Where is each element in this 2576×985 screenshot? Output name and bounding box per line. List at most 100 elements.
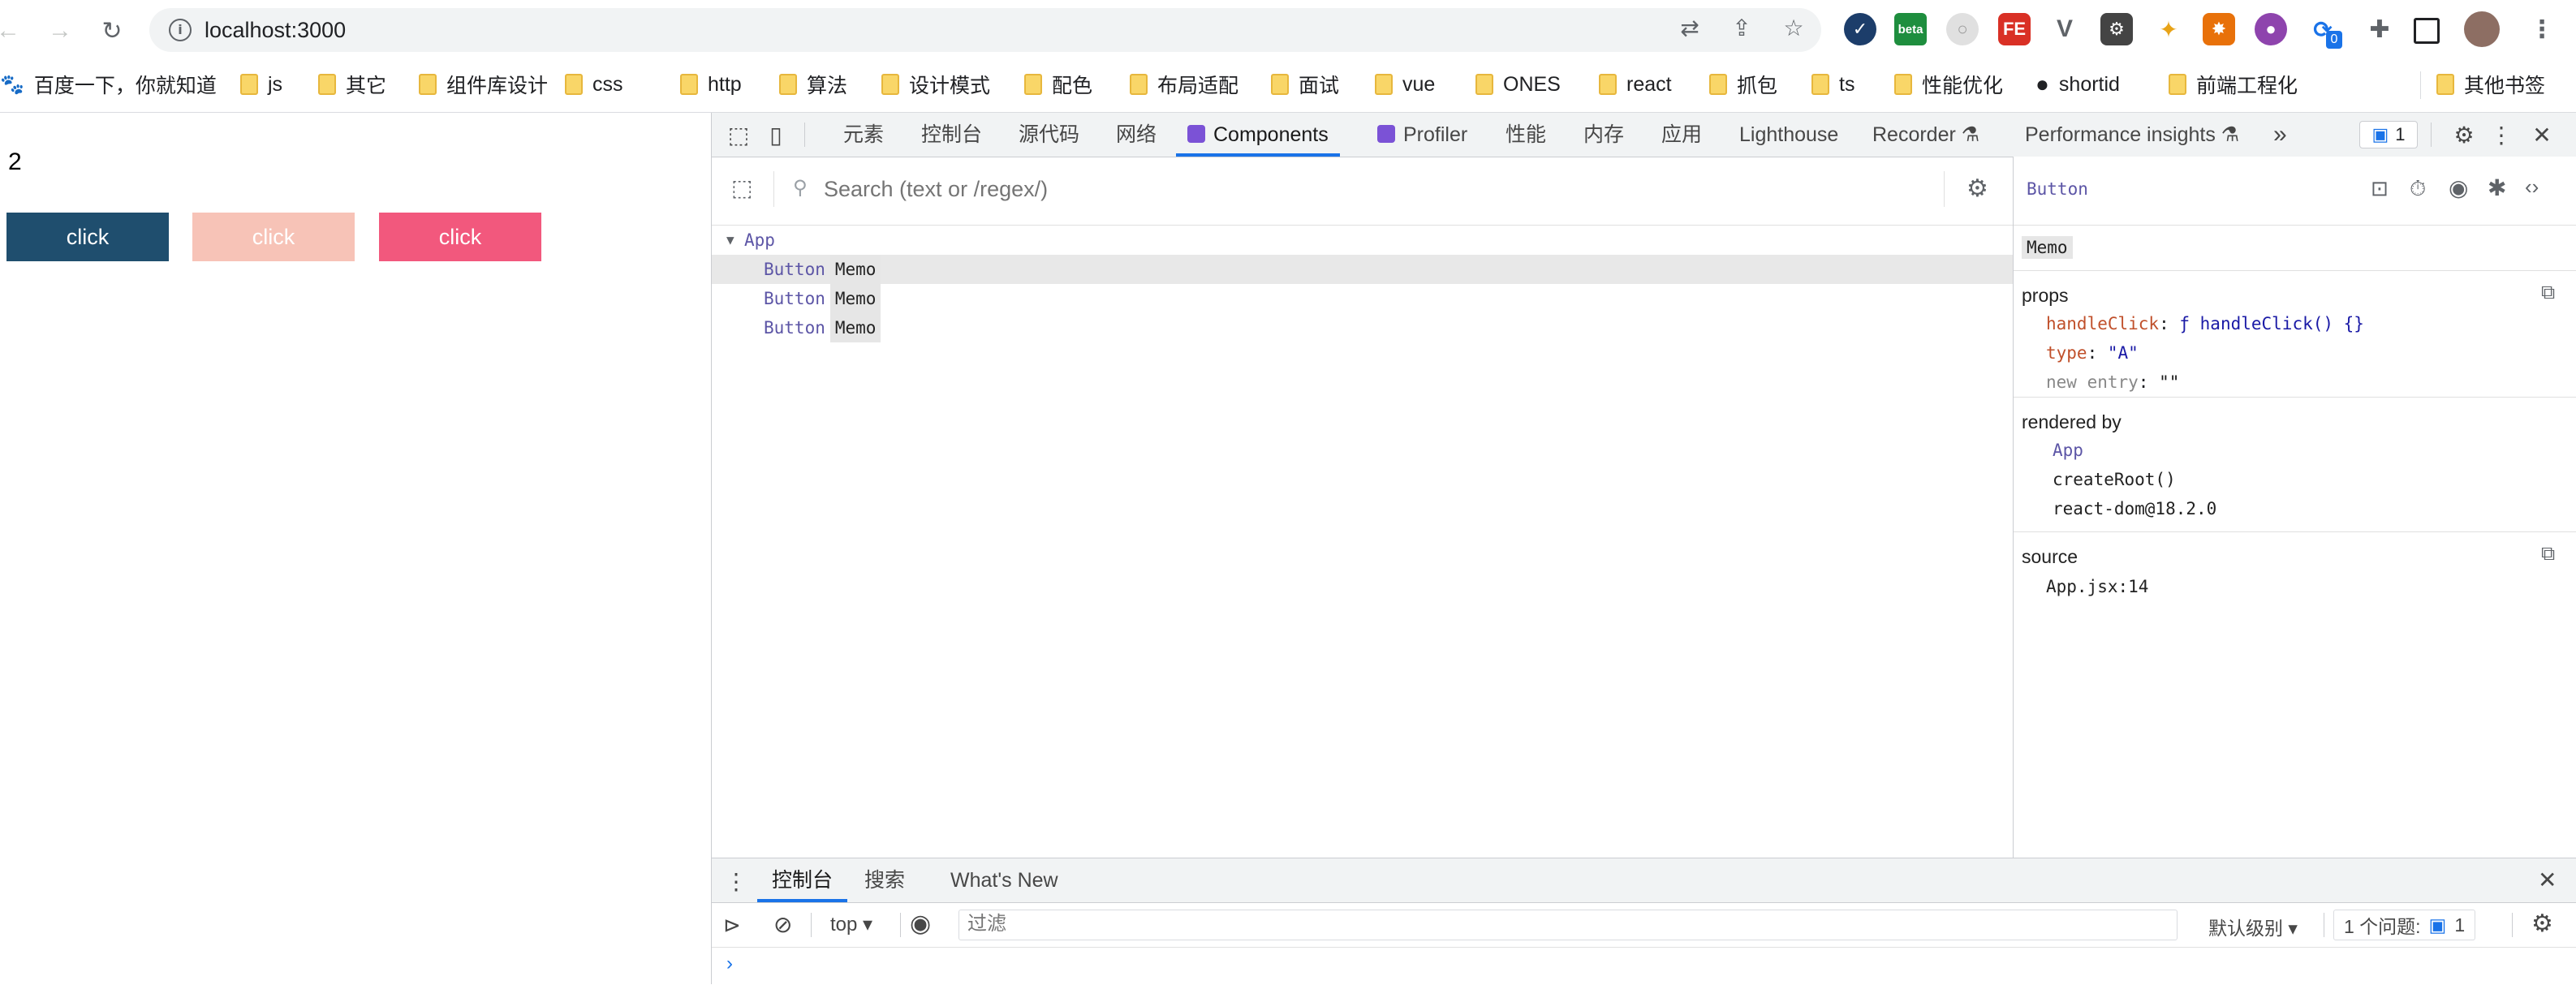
tab-sources[interactable]: 源代码 [1019, 113, 1079, 157]
tab-elements[interactable]: 元素 [843, 113, 884, 157]
clear-console-icon[interactable]: ⊘ [773, 911, 792, 938]
bookmark-star-icon[interactable]: ☆ [1779, 13, 1808, 42]
drawer-tab-console[interactable]: 控制台 [757, 858, 848, 902]
click-button-a[interactable]: click [6, 213, 169, 261]
click-button-b[interactable]: click [192, 213, 355, 261]
bookmark-item[interactable]: ts [1811, 68, 1854, 101]
close-devtools-icon[interactable]: ✕ [2528, 121, 2556, 148]
tree-row-button[interactable]: Button Memo [712, 284, 2013, 313]
folder-icon [2436, 74, 2454, 95]
prop-row[interactable]: type: "A" [2046, 343, 2139, 363]
tab-components[interactable]: Components [1176, 113, 1340, 157]
expand-arrow-icon[interactable]: ▼ [726, 226, 734, 255]
bookmark-item[interactable]: 抓包 [1709, 68, 1777, 101]
bookmark-item[interactable]: 前端工程化 [2169, 68, 2298, 101]
side-panel-icon[interactable] [2414, 18, 2440, 44]
bookmark-item[interactable]: 组件库设计 [419, 68, 548, 101]
bookmark-item[interactable]: 性能优化 [1894, 68, 2003, 101]
tab-application[interactable]: 应用 [1661, 113, 1702, 157]
drawer-menu-icon[interactable]: ⋮ [725, 868, 747, 895]
tab-performance-insights[interactable]: Performance insights ⚗ [2025, 113, 2239, 157]
share-icon[interactable]: ⇪ [1727, 13, 1756, 42]
settings-gear-icon[interactable]: ⚙ [2450, 121, 2478, 148]
beta-extension-icon[interactable]: beta [1894, 13, 1927, 45]
click-button-c[interactable]: click [379, 213, 541, 261]
close-drawer-icon[interactable]: ✕ [2538, 867, 2557, 893]
vue-devtools-icon[interactable]: V [2048, 13, 2081, 45]
context-select[interactable]: top ▾ [830, 913, 872, 936]
console-prompt-icon[interactable]: › [726, 953, 733, 975]
circle-extension-icon[interactable]: ○ [1946, 13, 1979, 45]
bookmark-item[interactable]: 面试 [1271, 68, 1339, 101]
console-issues-button[interactable]: 1 个问题: ▣ 1 [2333, 910, 2476, 940]
device-toolbar-icon[interactable]: ▯ [762, 121, 790, 148]
tab-network[interactable]: 网络 [1116, 113, 1157, 157]
settings-gear-icon[interactable]: ⚙ [1966, 174, 1988, 203]
bookmark-item[interactable]: http [680, 68, 742, 101]
bookmark-item[interactable]: 配色 [1024, 68, 1092, 101]
tree-row-button[interactable]: Button Memo [712, 255, 2013, 284]
view-source-icon[interactable]: ‹› [2525, 174, 2539, 200]
tab-profiler[interactable]: Profiler [1377, 113, 1467, 157]
forward-icon[interactable]: → [44, 15, 76, 47]
purple-extension-icon[interactable]: ● [2255, 13, 2287, 45]
avatar[interactable] [2464, 11, 2500, 47]
check-extension-icon[interactable]: ✓ [1844, 13, 1876, 45]
gear-extension-icon[interactable]: ⚙ [2100, 13, 2133, 45]
more-tabs-icon[interactable]: » [2273, 113, 2287, 157]
orange-extension-icon[interactable]: ✸ [2203, 13, 2235, 45]
bookmark-item[interactable]: 🐾 百度一下，你就知道 [0, 68, 217, 101]
more-vert-icon[interactable]: ⋮ [2488, 121, 2515, 148]
bookmark-item[interactable]: vue [1375, 68, 1435, 101]
log-level-select[interactable]: 默认级别 ▾ [2208, 913, 2298, 940]
eye-icon[interactable]: ◉ [910, 910, 931, 938]
bookmark-item[interactable]: 算法 [779, 68, 847, 101]
select-component-icon[interactable]: ⬚ [731, 176, 756, 200]
rendered-by-app-link[interactable]: App [2053, 441, 2083, 460]
tab-memory[interactable]: 内存 [1583, 113, 1624, 157]
source-location[interactable]: App.jsx:14 [2046, 577, 2148, 596]
more-vert-icon[interactable]: ⋮ [2526, 13, 2558, 45]
bookmark-item[interactable]: js [240, 68, 282, 101]
site-info-icon[interactable]: i [169, 19, 192, 41]
bookmark-item[interactable]: ● shortid [2035, 68, 2120, 101]
tree-row-app[interactable]: ▼ App [712, 226, 2013, 255]
back-icon[interactable]: ← [0, 15, 24, 47]
components-search-input[interactable] [822, 171, 1824, 207]
console-filter-input[interactable] [959, 910, 2170, 938]
tree-row-button[interactable]: Button Memo [712, 313, 2013, 342]
bookmark-item[interactable]: ONES [1475, 68, 1561, 101]
bookmark-item[interactable]: 设计模式 [881, 68, 990, 101]
bookmark-item[interactable]: css [565, 68, 623, 101]
prop-row[interactable]: handleClick: ƒ handleClick() {} [2046, 314, 2364, 333]
tab-recorder[interactable]: Recorder ⚗ [1872, 113, 1979, 157]
translate-icon[interactable]: ⇄ [1675, 13, 1704, 42]
bug-icon[interactable]: ✱ [2488, 174, 2506, 201]
stopwatch-icon[interactable]: ⏱ [2410, 176, 2426, 202]
tab-performance[interactable]: 性能 [1506, 113, 1546, 157]
bookmark-item[interactable]: react [1599, 68, 1672, 101]
copy-icon[interactable]: ⧉ [2541, 282, 2555, 304]
tab-console[interactable]: 控制台 [921, 113, 982, 157]
bookmark-item[interactable]: 其它 [318, 68, 386, 101]
eye-icon[interactable]: ◉ [2449, 174, 2468, 201]
bookmark-item[interactable]: 其他书签 [2436, 68, 2545, 101]
console-settings-icon[interactable]: ⚙ [2531, 910, 2553, 938]
drawer-tab-search[interactable]: 搜索 [864, 858, 905, 902]
issues-counter[interactable]: ▣ 1 [2359, 121, 2418, 148]
broom-extension-icon[interactable]: ✦ [2152, 13, 2185, 45]
puzzle-icon[interactable]: ✚ [2363, 13, 2396, 45]
address-bar[interactable]: i localhost:3000 [149, 8, 1821, 52]
sidebar-toggle-icon[interactable]: ⊳ [723, 913, 741, 938]
tab-lighthouse[interactable]: Lighthouse [1739, 113, 1838, 157]
bookmark-item[interactable]: 布局适配 [1130, 68, 1238, 101]
suspend-toggle-icon[interactable]: ⊡ [2371, 176, 2389, 201]
inspect-element-icon[interactable]: ⬚ [725, 121, 752, 148]
drawer-tab-whats-new[interactable]: What's New [950, 858, 1058, 902]
new-entry-row[interactable]: new entry: "" [2046, 372, 2179, 392]
console-filter[interactable] [958, 910, 2178, 940]
fe-extension-icon[interactable]: FE [1998, 13, 2031, 45]
url-text[interactable]: localhost:3000 [205, 18, 346, 43]
reload-icon[interactable]: ↻ [96, 15, 128, 47]
copy-icon[interactable]: ⧉ [2541, 543, 2555, 566]
